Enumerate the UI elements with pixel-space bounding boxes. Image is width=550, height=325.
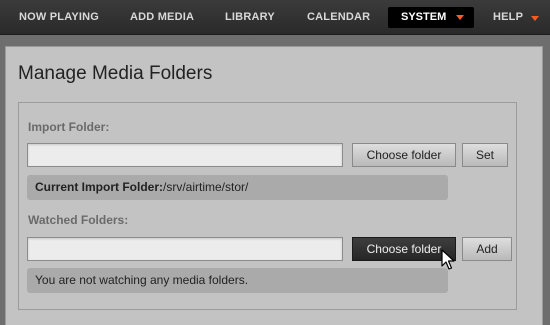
import-choose-folder-button[interactable]: Choose folder (352, 143, 456, 167)
top-navigation: NOW PLAYING ADD MEDIA LIBRARY CALENDAR S… (0, 0, 550, 35)
page-title: Manage Media Folders (18, 63, 213, 84)
folders-fieldset: Import Folder: Choose folder Set Current… (18, 102, 517, 310)
nav-now-playing[interactable]: NOW PLAYING (19, 0, 99, 35)
nav-system[interactable]: SYSTEM (388, 7, 474, 28)
mouse-cursor-icon (441, 249, 455, 270)
current-import-folder-path: /srv/airtime/stor/ (163, 180, 249, 194)
add-watched-folder-button[interactable]: Add (462, 237, 512, 261)
import-folder-input[interactable] (27, 143, 343, 167)
nav-add-media[interactable]: ADD MEDIA (130, 0, 194, 35)
watched-folders-status: You are not watching any media folders. (27, 268, 448, 293)
nav-help[interactable]: HELP (493, 0, 523, 35)
current-import-folder: Current Import Folder:/srv/airtime/stor/ (27, 175, 448, 200)
set-import-folder-button[interactable]: Set (462, 143, 508, 167)
nav-calendar[interactable]: CALENDAR (307, 0, 370, 35)
chevron-down-icon (531, 16, 539, 21)
watched-folder-input[interactable] (27, 237, 343, 261)
current-import-folder-label: Current Import Folder: (35, 180, 163, 194)
watched-folders-label: Watched Folders: (28, 213, 129, 227)
manage-media-folders-panel: Manage Media Folders Import Folder: Choo… (5, 46, 543, 325)
chevron-down-icon (456, 15, 464, 20)
nav-library[interactable]: LIBRARY (225, 0, 275, 35)
import-folder-label: Import Folder: (28, 120, 110, 134)
nav-system-label: SYSTEM (401, 11, 447, 23)
